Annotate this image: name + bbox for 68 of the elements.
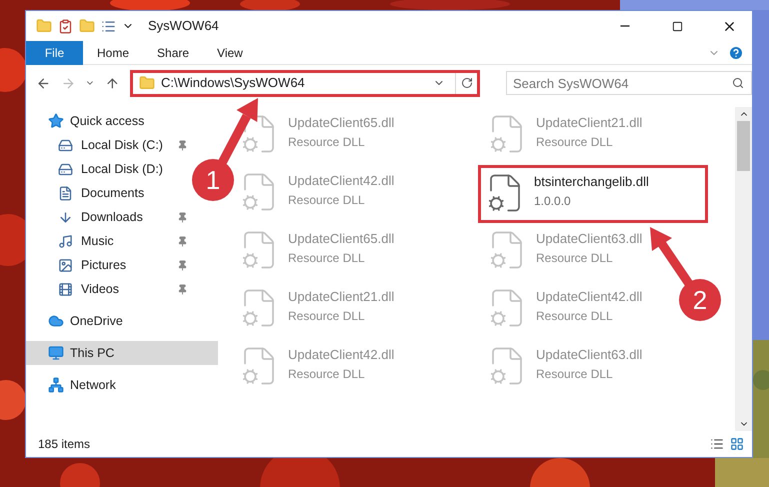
help-icon[interactable]: [728, 44, 744, 60]
address-field[interactable]: C:\Windows\SysWOW64: [130, 70, 480, 96]
folder-icon: [36, 18, 52, 34]
file-menu-tab[interactable]: File: [26, 40, 83, 64]
file-detail: Resource DLL: [288, 192, 366, 208]
file-detail: Resource DLL: [288, 366, 366, 382]
window-title: SysWOW64: [148, 17, 219, 36]
pin-icon[interactable]: [177, 212, 188, 222]
file-name: UpdateClient63.dll: [536, 346, 642, 364]
music-note-icon: [58, 234, 73, 248]
file-detail: Resource DLL: [288, 134, 366, 150]
sidebar-item[interactable]: Pictures: [58, 253, 130, 277]
pin-icon[interactable]: [177, 140, 188, 150]
sidebar-item[interactable]: This PC: [26, 341, 218, 365]
image-icon: [58, 258, 73, 272]
folder-icon: [139, 75, 156, 91]
sidebar-item[interactable]: Network: [26, 373, 218, 397]
file-detail: Resource DLL: [288, 250, 366, 266]
file-name: UpdateClient65.dll: [288, 114, 394, 132]
sidebar-item[interactable]: Music: [58, 229, 118, 253]
item-count: 185 items: [38, 436, 92, 453]
file-item[interactable]: btsinterchangelib.dll 1.0.0.0: [478, 165, 708, 223]
sidebar-item[interactable]: Quick access: [26, 109, 218, 133]
list-icon[interactable]: [101, 18, 116, 34]
file-detail: Resource DLL: [536, 250, 614, 266]
file-name: UpdateClient21.dll: [536, 114, 642, 132]
sidebar-item[interactable]: Downloads: [58, 205, 147, 229]
monitor-icon: [48, 345, 64, 361]
ribbon-tab[interactable]: View: [203, 40, 257, 64]
cloud-icon: [48, 313, 64, 329]
drive-icon: [58, 138, 73, 152]
details-view-icon[interactable]: [710, 437, 724, 451]
network-icon: [48, 377, 64, 393]
search-field[interactable]: Search SysWOW64: [506, 71, 752, 95]
properties-icon[interactable]: [58, 18, 73, 34]
file-name: UpdateClient63.dll: [536, 230, 642, 248]
tiles-view-icon[interactable]: [730, 437, 744, 451]
sidebar-item[interactable]: Videos: [58, 277, 123, 301]
file-name: UpdateClient65.dll: [288, 230, 394, 248]
pin-icon[interactable]: [177, 260, 188, 270]
file-name: UpdateClient21.dll: [288, 288, 394, 306]
ribbon-tab[interactable]: Home: [83, 40, 144, 64]
file-name: UpdateClient42.dll: [536, 288, 642, 306]
file-name: UpdateClient42.dll: [288, 172, 394, 190]
back-icon[interactable]: [36, 76, 51, 90]
sidebar-item[interactable]: OneDrive: [26, 309, 218, 333]
ribbon-tab[interactable]: Share: [143, 40, 204, 64]
pin-icon[interactable]: [177, 236, 188, 246]
document-icon: [58, 186, 73, 200]
search-icon[interactable]: [732, 77, 744, 89]
sidebar-item[interactable]: Local Disk (C:): [58, 133, 167, 157]
file-detail: Resource DLL: [288, 308, 366, 324]
file-name: btsinterchangelib.dll: [534, 173, 649, 191]
scrollbar-thumb[interactable]: [737, 121, 750, 171]
sidebar-item[interactable]: Local Disk (D:): [58, 157, 167, 181]
pin-icon[interactable]: [177, 284, 188, 294]
file-detail: Resource DLL: [536, 308, 614, 324]
film-icon: [58, 282, 73, 296]
file-name: UpdateClient42.dll: [288, 346, 394, 364]
star-icon: [48, 113, 64, 129]
download-arrow-icon: [58, 210, 73, 224]
refresh-icon[interactable]: [460, 77, 473, 89]
sidebar-item[interactable]: Documents: [58, 181, 148, 205]
file-detail: 1.0.0.0: [534, 192, 572, 210]
drive-icon: [58, 162, 73, 176]
file-detail: Resource DLL: [536, 134, 614, 150]
file-detail: Resource DLL: [536, 366, 614, 382]
maximize-icon: [672, 20, 682, 32]
